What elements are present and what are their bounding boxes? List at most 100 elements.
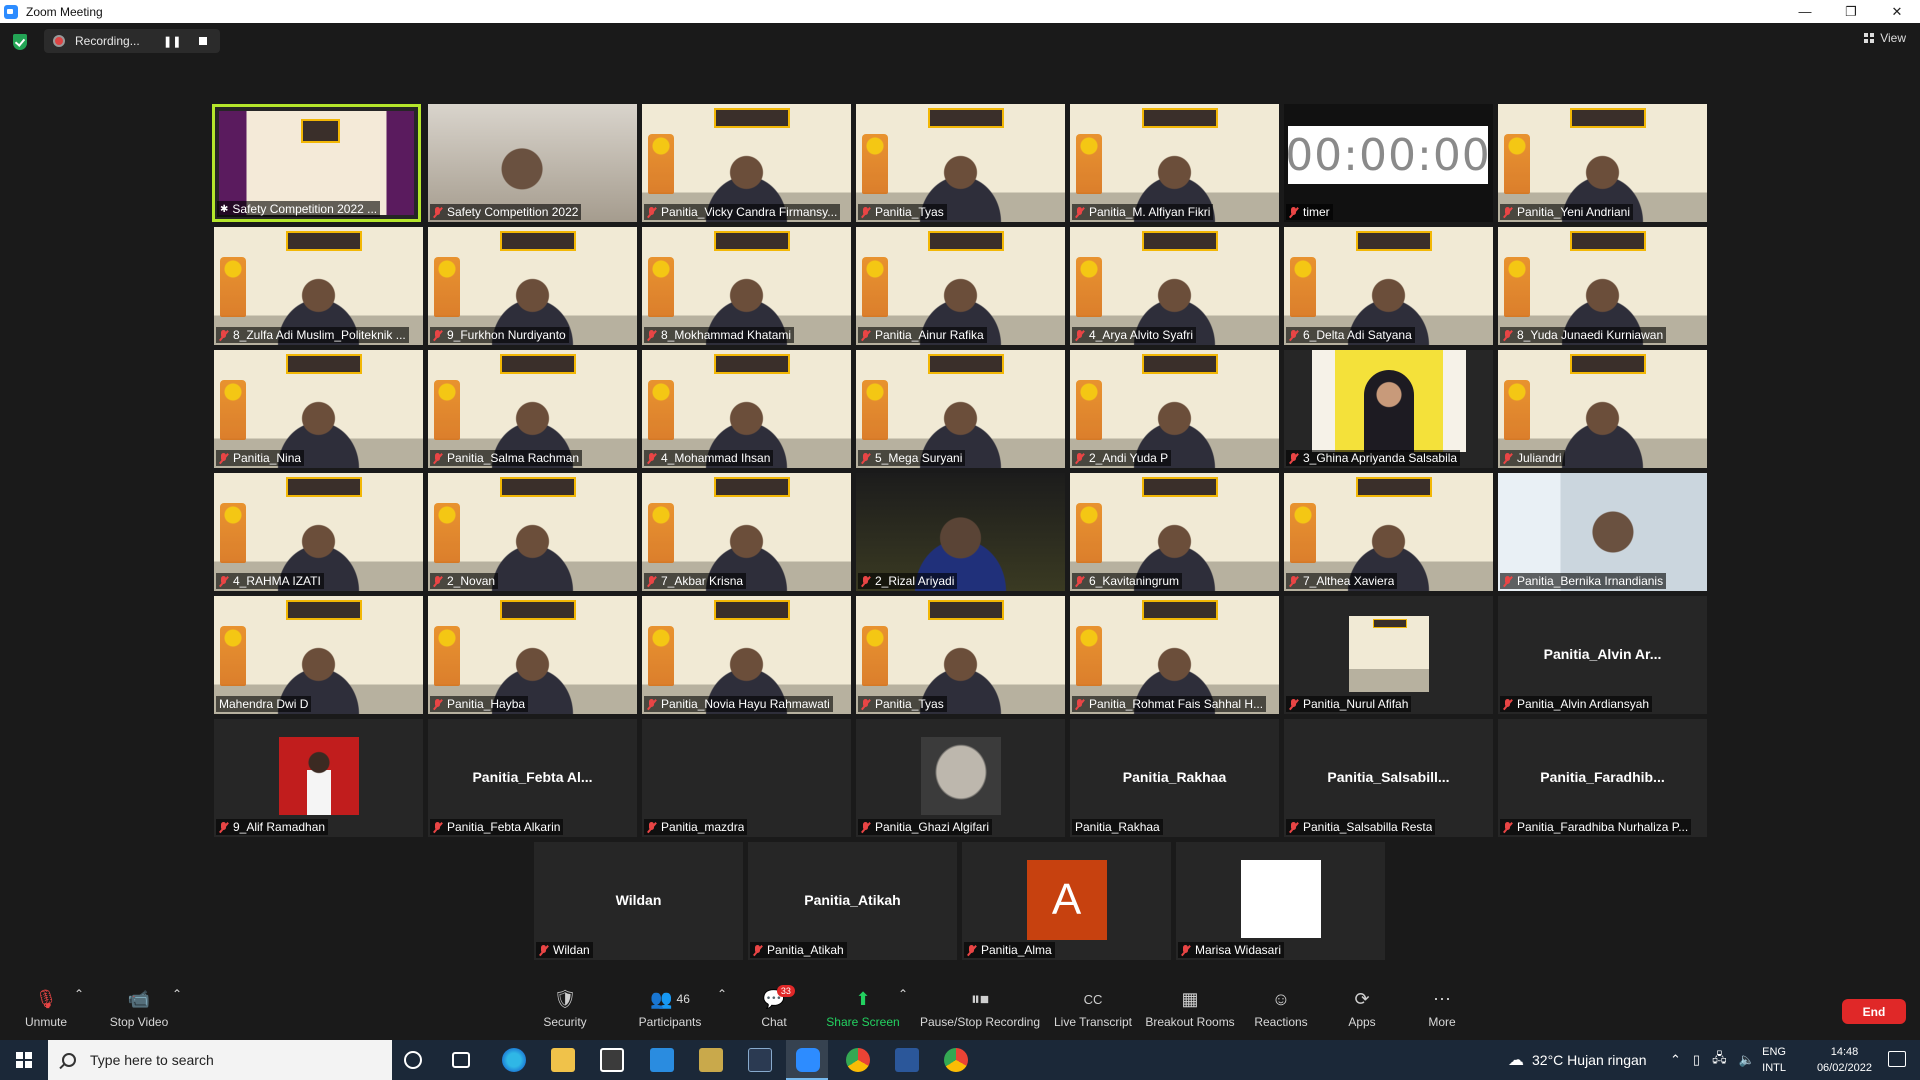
end-meeting-button[interactable]: End: [1842, 999, 1906, 1024]
participants-button[interactable]: 👥 46 Participants: [636, 987, 704, 1030]
video-tile[interactable]: Panitia_M. Alfiyan Fikri: [1070, 104, 1279, 222]
more-button[interactable]: ⋯ More: [1424, 987, 1460, 1030]
video-tile[interactable]: Panitia_Ghazi Algifari: [856, 719, 1065, 837]
video-tile[interactable]: Wildan Wildan: [534, 842, 743, 960]
video-tile[interactable]: Panitia_mazdra: [642, 719, 851, 837]
app-icon[interactable]: [748, 1048, 772, 1072]
video-tile[interactable]: Marisa Widasari: [1176, 842, 1385, 960]
breakout-rooms-button[interactable]: ▦ Breakout Rooms: [1144, 987, 1236, 1030]
file-explorer-icon[interactable]: [551, 1048, 575, 1072]
participant-name: Panitia_Ainur Rafika: [875, 328, 984, 342]
video-tile[interactable]: 5_Mega Suryani: [856, 350, 1065, 468]
close-button[interactable]: ✕: [1874, 0, 1920, 23]
encryption-shield-icon[interactable]: [13, 34, 27, 50]
video-tile[interactable]: 3_Ghina Apriyanda Salsabila: [1284, 350, 1493, 468]
video-tile[interactable]: Safety Competition 2022: [428, 104, 637, 222]
video-tile[interactable]: Panitia_Atikah Panitia_Atikah: [748, 842, 957, 960]
video-tile[interactable]: Panitia_Yeni Andriani: [1498, 104, 1707, 222]
video-options-caret-icon[interactable]: ⌃: [172, 987, 182, 1001]
video-tile[interactable]: 7_Althea Xaviera: [1284, 473, 1493, 591]
taskbar-search[interactable]: Type here to search: [48, 1040, 392, 1080]
pause-stop-recording-button[interactable]: ⏸⏹ Pause/Stop Recording: [918, 987, 1042, 1030]
word-icon[interactable]: [895, 1048, 919, 1072]
share-screen-button[interactable]: ⬆ Share Screen: [826, 987, 900, 1030]
video-tile[interactable]: Panitia_Novia Hayu Rahmawati: [642, 596, 851, 714]
video-tile[interactable]: Panitia_Salma Rachman: [428, 350, 637, 468]
video-tile[interactable]: 9_Alif Ramadhan: [214, 719, 423, 837]
live-transcript-button[interactable]: CC Live Transcript: [1052, 987, 1134, 1030]
video-tile[interactable]: Panitia_Rohmat Fais Sahhal H...: [1070, 596, 1279, 714]
reactions-button[interactable]: ☺ Reactions: [1254, 987, 1308, 1030]
tray-app-icon[interactable]: ▯: [1693, 1052, 1700, 1068]
video-tile[interactable]: Panitia_Tyas: [856, 596, 1065, 714]
video-tile[interactable]: 8_Zulfa Adi Muslim_Politeknik ...: [214, 227, 423, 345]
video-tile[interactable]: 2_Novan: [428, 473, 637, 591]
zoom-icon[interactable]: [796, 1048, 820, 1072]
muted-mic-icon: [1503, 575, 1512, 587]
task-view-icon[interactable]: [452, 1052, 470, 1068]
pause-recording-icon[interactable]: ❚❚: [163, 35, 181, 48]
video-tile[interactable]: 4_RAHMA IZATI: [214, 473, 423, 591]
video-tile[interactable]: 00:00:00 timer: [1284, 104, 1493, 222]
video-tile[interactable]: Juliandri: [1498, 350, 1707, 468]
edge-browser-icon[interactable]: [502, 1048, 526, 1072]
participant-display-name: Panitia_Salsabill...: [1327, 769, 1450, 785]
mail-icon[interactable]: [650, 1048, 674, 1072]
video-tile[interactable]: 8_Yuda Junaedi Kurniawan: [1498, 227, 1707, 345]
video-tile[interactable]: Panitia_Rakhaa Panitia_Rakhaa: [1070, 719, 1279, 837]
security-label: Security: [543, 1015, 587, 1029]
video-tile[interactable]: Panitia_Hayba: [428, 596, 637, 714]
video-tile[interactable]: Panitia_Ainur Rafika: [856, 227, 1065, 345]
video-tile[interactable]: Panitia_Faradhib... Panitia_Faradhiba Nu…: [1498, 719, 1707, 837]
stop-video-button[interactable]: 📹 Stop Video: [104, 987, 174, 1030]
audio-options-caret-icon[interactable]: ⌃: [74, 987, 84, 1001]
video-tile[interactable]: Panitia_Tyas: [856, 104, 1065, 222]
start-button[interactable]: [0, 1040, 48, 1080]
participants-caret-icon[interactable]: ⌃: [717, 987, 727, 1001]
video-tile[interactable]: 6_Delta Adi Satyana: [1284, 227, 1493, 345]
video-tile[interactable]: Panitia_Febta Al... Panitia_Febta Alkari…: [428, 719, 637, 837]
stop-recording-icon[interactable]: [199, 37, 208, 45]
view-button[interactable]: View: [1864, 31, 1906, 45]
chevron-up-icon[interactable]: ⌃: [1670, 1052, 1681, 1068]
unmute-button[interactable]: 🎙 Unmute: [18, 987, 74, 1030]
video-tile[interactable]: 8_Mokhammad Khatami: [642, 227, 851, 345]
volume-icon[interactable]: 🔈: [1739, 1052, 1755, 1068]
chrome-icon[interactable]: [846, 1048, 870, 1072]
video-tile[interactable]: Panitia_Nurul Afifah: [1284, 596, 1493, 714]
minimize-button[interactable]: —: [1782, 0, 1828, 23]
restore-button[interactable]: ❐: [1828, 0, 1874, 23]
video-tile[interactable]: Panitia_Salsabill... Panitia_Salsabilla …: [1284, 719, 1493, 837]
video-tile[interactable]: ✱ Safety Competition 2022 ...: [212, 104, 421, 222]
security-button[interactable]: 🛡 Security: [536, 987, 594, 1030]
apps-button[interactable]: ⟳ Apps: [1344, 987, 1380, 1030]
video-tile[interactable]: 6_Kavitaningrum: [1070, 473, 1279, 591]
share-options-caret-icon[interactable]: ⌃: [898, 987, 908, 1001]
chat-button[interactable]: 💬 33 Chat: [756, 985, 795, 1029]
video-tile[interactable]: 7_Akbar Krisna: [642, 473, 851, 591]
muted-mic-icon: [861, 452, 870, 464]
video-tile[interactable]: A Panitia_Alma: [962, 842, 1171, 960]
video-tile[interactable]: 4_Mohammad Ihsan: [642, 350, 851, 468]
notification-icon[interactable]: [1888, 1051, 1906, 1067]
participant-display-name: Panitia_Faradhib...: [1540, 769, 1665, 785]
app-icon[interactable]: [699, 1048, 723, 1072]
muted-mic-icon: [861, 206, 870, 218]
language-indicator[interactable]: ENG INTL: [1762, 1044, 1786, 1076]
video-tile[interactable]: Panitia_Bernika Irnandianis: [1498, 473, 1707, 591]
video-tile[interactable]: Panitia_Vicky Candra Firmansy...: [642, 104, 851, 222]
cortana-icon[interactable]: [404, 1051, 422, 1069]
taskbar-clock[interactable]: 14:48 06/02/2022: [1817, 1044, 1872, 1076]
participants-count: 46: [676, 992, 690, 1006]
chrome-icon[interactable]: [944, 1048, 968, 1072]
network-icon[interactable]: 🖧: [1712, 1049, 1727, 1071]
microsoft-store-icon[interactable]: [600, 1048, 624, 1072]
video-tile[interactable]: Panitia_Alvin Ar... Panitia_Alvin Ardian…: [1498, 596, 1707, 714]
video-tile[interactable]: Mahendra Dwi D: [214, 596, 423, 714]
video-tile[interactable]: 9_Furkhon Nurdiyanto: [428, 227, 637, 345]
video-tile[interactable]: Panitia_Nina: [214, 350, 423, 468]
video-tile[interactable]: 2_Andi Yuda P: [1070, 350, 1279, 468]
weather-widget[interactable]: ☁ 32°C Hujan ringan: [1508, 1040, 1647, 1080]
video-tile[interactable]: 4_Arya Alvito Syafri: [1070, 227, 1279, 345]
video-tile[interactable]: 2_Rizal Ariyadi: [856, 473, 1065, 591]
